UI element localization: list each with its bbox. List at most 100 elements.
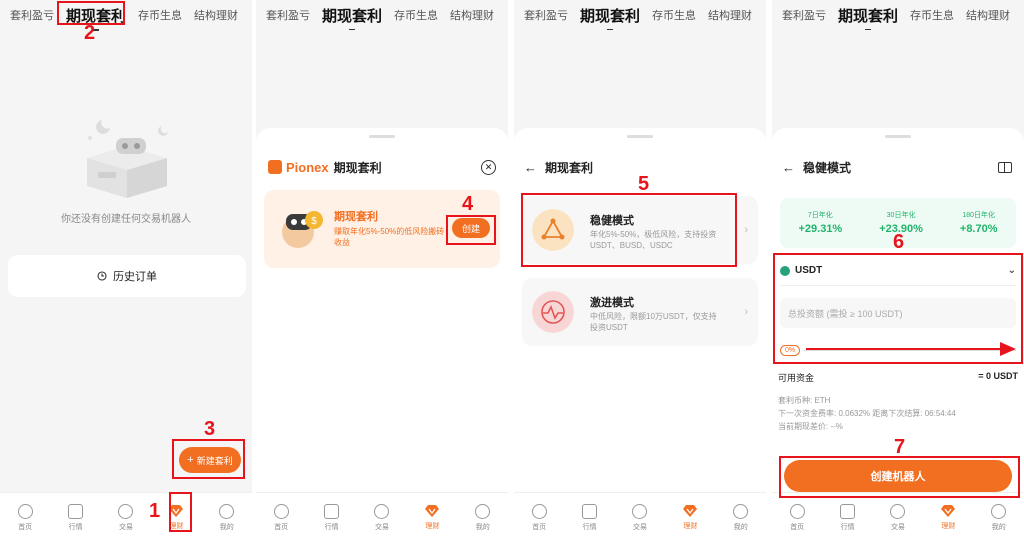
step-number: 7 — [894, 436, 906, 458]
chevron-right-icon: › — [744, 224, 748, 236]
tab-structured[interactable]: 结构理财 — [966, 7, 1010, 23]
nav-market[interactable]: 行情 — [312, 503, 352, 532]
pionex-logo-icon — [268, 160, 282, 174]
sheet-backdrop[interactable] — [256, 30, 508, 128]
nav-me[interactable]: 我的 — [463, 503, 503, 532]
brand-name: Pionex — [286, 159, 329, 175]
tab-spot-arbitrage[interactable]: 期现套利 — [322, 5, 382, 26]
tab-savings[interactable]: 存币生息 — [394, 7, 438, 23]
trade-icon — [632, 503, 648, 519]
card-title: 期现套利 — [334, 211, 378, 223]
nav-market[interactable]: 行情 — [570, 503, 610, 532]
rate-7d: 7日年化 +29.31% — [798, 210, 842, 248]
nav-home[interactable]: 首页 — [519, 503, 559, 532]
highlight-finance-nav — [169, 492, 192, 532]
tab-spot-arbitrage[interactable]: 期现套利 — [838, 5, 898, 26]
bottom-sheet: Pionex 期现套利 ✕ $ 期现套利 赚取年化5%-50%的低风险搬砖收益 … — [256, 128, 508, 492]
nav-me[interactable]: 我的 — [979, 503, 1019, 532]
nav-trade-label: 交易 — [118, 523, 133, 531]
nav-trade-label: 交易 — [374, 523, 389, 531]
step-number: 6 — [893, 231, 905, 253]
screen-mode-select: 套利盈亏 期现套利 存币生息 结构理财 ← 期现套利 稳健模式 年化5%-50%… — [514, 0, 766, 542]
sheet-backdrop[interactable] — [514, 30, 766, 128]
empty-message: 你还没有创建任何交易机器人 — [61, 214, 191, 225]
nav-home[interactable]: 首页 — [777, 503, 817, 532]
sheet-title: 期现套利 — [333, 160, 382, 175]
home-icon — [17, 503, 33, 519]
nav-market[interactable]: 行情 — [56, 503, 96, 532]
nav-trade[interactable]: 交易 — [106, 503, 146, 532]
nav-market-label: 行情 — [68, 523, 83, 531]
available-value: = 0 USDT — [978, 371, 1018, 381]
rate-label: 180日年化 — [962, 212, 996, 219]
chevron-right-icon: › — [744, 306, 748, 318]
tab-spot-arbitrage[interactable]: 期现套利 — [580, 5, 640, 26]
nav-home-label: 首页 — [790, 523, 805, 531]
history-orders-button[interactable]: 历史订单 — [8, 255, 246, 297]
nav-finance[interactable]: 理财 — [412, 504, 452, 531]
empty-box-illustration — [87, 120, 168, 198]
bottom-nav: 首页 行情 交易 理财 我的 — [514, 492, 766, 542]
book-icon[interactable] — [998, 161, 1012, 173]
nav-trade[interactable]: 交易 — [878, 503, 918, 532]
nav-finance[interactable]: 理财 — [670, 504, 710, 531]
tab-profit[interactable]: 套利盈亏 — [782, 7, 826, 23]
sheet-header: ← 稳健模式 — [782, 156, 1012, 178]
close-icon[interactable]: ✕ — [481, 159, 496, 175]
screen-arbitrage-sheet: 套利盈亏 期现套利 存币生息 结构理财 Pionex 期现套利 ✕ $ 期现套利… — [256, 0, 508, 542]
nav-market-label: 行情 — [582, 523, 597, 531]
home-icon — [531, 503, 547, 519]
aggressive-mode-card[interactable]: 激进模式 中低风险，限额10万USDT，仅支持投资USDT › — [522, 278, 758, 346]
nav-me[interactable]: 我的 — [207, 503, 247, 532]
chart-icon — [840, 503, 856, 519]
back-arrow-icon[interactable]: ← — [782, 160, 795, 175]
top-tabs: 套利盈亏 期现套利 存币生息 结构理财 — [514, 0, 766, 30]
step-number: 3 — [204, 418, 216, 440]
tab-profit[interactable]: 套利盈亏 — [266, 7, 310, 23]
tab-savings[interactable]: 存币生息 — [910, 7, 954, 23]
nav-home[interactable]: 首页 — [5, 503, 45, 532]
sheet-backdrop[interactable] — [772, 30, 1024, 128]
user-icon — [475, 503, 491, 519]
arbitrage-info: 套利币种: ETH 下一次资金费率: 0.0632% 距离下次结算: 06:54… — [778, 394, 1018, 433]
top-tabs: 套利盈亏 期现套利 存币生息 结构理财 — [772, 0, 1024, 30]
sheet-title: 稳健模式 — [803, 160, 852, 175]
nav-finance[interactable]: 理财 — [928, 504, 968, 531]
sheet-grip[interactable] — [627, 135, 653, 138]
tab-structured[interactable]: 结构理财 — [450, 7, 494, 23]
gem-icon — [425, 505, 440, 517]
sheet-grip[interactable] — [369, 135, 395, 138]
gem-icon — [941, 505, 956, 517]
user-icon — [991, 503, 1007, 519]
nav-trade[interactable]: 交易 — [362, 503, 402, 532]
tab-structured[interactable]: 结构理财 — [708, 7, 752, 23]
sheet-header: Pionex 期现套利 ✕ — [268, 156, 496, 178]
tab-savings[interactable]: 存币生息 — [138, 7, 182, 23]
tab-structured[interactable]: 结构理财 — [194, 7, 238, 23]
nav-me-label: 我的 — [733, 523, 748, 531]
highlight-create-button — [446, 215, 496, 245]
step-number: 2 — [84, 22, 96, 44]
nav-home-label: 首页 — [532, 523, 547, 531]
info-coin: 套利币种: ETH — [778, 396, 831, 405]
tab-savings[interactable]: 存币生息 — [652, 7, 696, 23]
nav-home-label: 首页 — [274, 523, 289, 531]
rate-label: 30日年化 — [886, 212, 916, 219]
tab-profit[interactable]: 套利盈亏 — [524, 7, 568, 23]
nav-market[interactable]: 行情 — [828, 503, 868, 532]
nav-home[interactable]: 首页 — [261, 503, 301, 532]
nav-market-label: 行情 — [840, 523, 855, 531]
sheet-grip[interactable] — [885, 135, 911, 138]
robot-coin-icon: $ — [282, 211, 323, 248]
nav-trade[interactable]: 交易 — [620, 503, 660, 532]
aggressive-mode-desc: 中低风险，限额10万USDT，仅支持投资USDT — [590, 312, 717, 332]
tab-profit[interactable]: 套利盈亏 — [10, 7, 54, 23]
pulse-icon — [532, 291, 574, 333]
nav-finance-label: 理财 — [683, 523, 698, 530]
nav-trade-label: 交易 — [890, 523, 905, 531]
home-icon — [789, 503, 805, 519]
nav-me[interactable]: 我的 — [721, 503, 761, 532]
nav-finance-label: 理财 — [425, 523, 440, 530]
rate-value: +29.31% — [798, 223, 843, 235]
back-arrow-icon[interactable]: ← — [524, 160, 537, 175]
